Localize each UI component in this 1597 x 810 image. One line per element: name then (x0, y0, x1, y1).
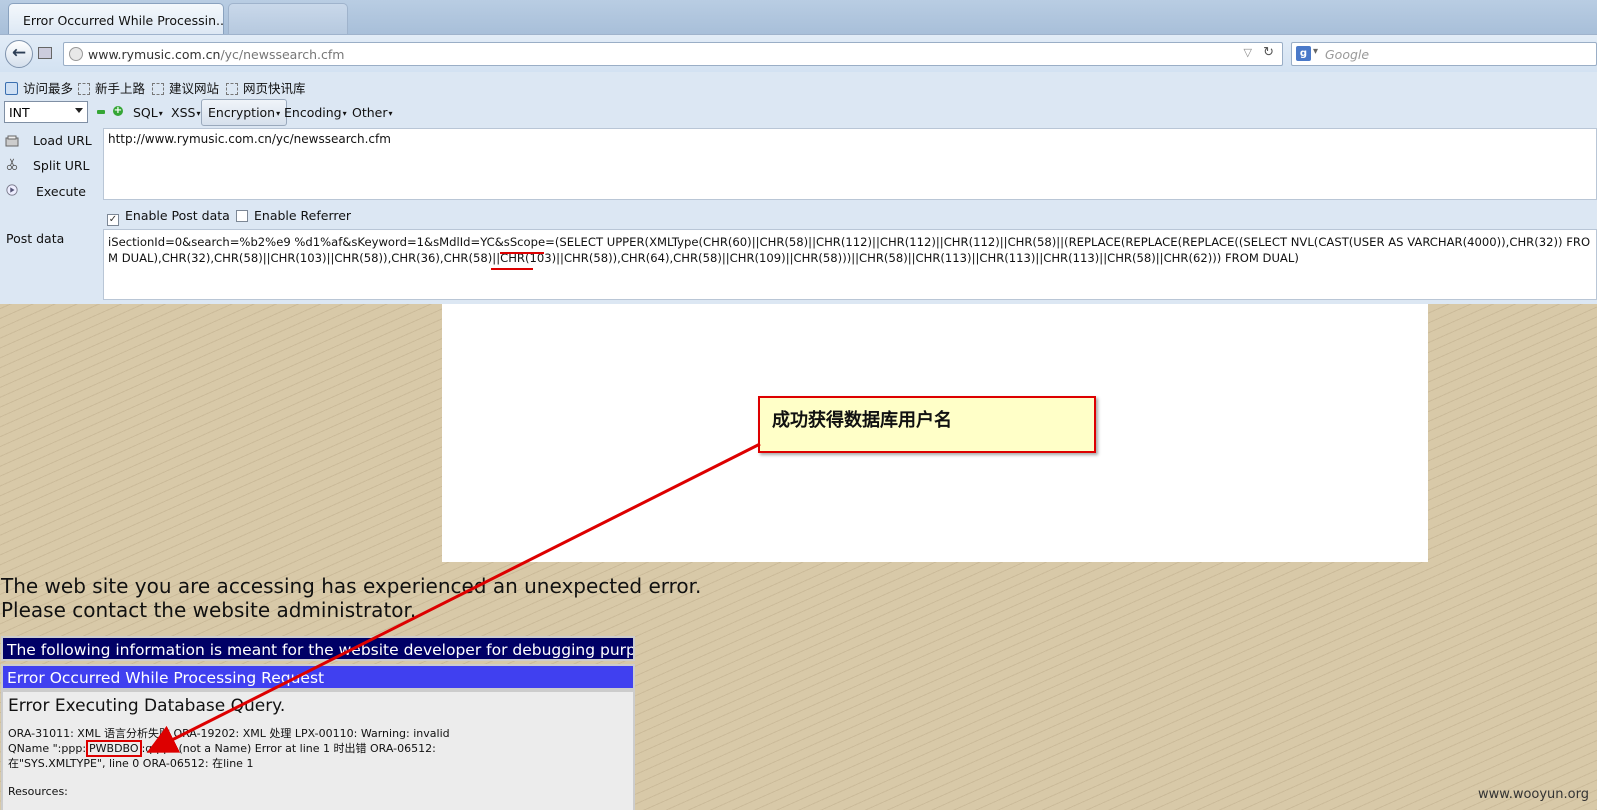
annotation-callout: 成功获得数据库用户名 (758, 396, 1096, 453)
error-message-line: Please contact the website administrator… (1, 598, 417, 622)
page-icon (226, 83, 238, 95)
error-detail: ORA-31011: XML 语言分析失败 ORA-19202: XML 处理 … (8, 727, 450, 770)
globe-icon (69, 47, 83, 61)
error-header: Error Occurred While Processing Request (1, 664, 635, 690)
search-engine-dropdown-icon[interactable]: ▾ (1313, 46, 1318, 57)
annotation-underline (491, 268, 533, 270)
post-data-label: Post data (6, 231, 65, 246)
debug-info-header: The following information is meant for t… (1, 636, 635, 661)
bookmark-suggested-sites[interactable]: 建议网站 (152, 78, 219, 97)
post-data-textarea[interactable]: iSectionId=0&search=%b2%e9 %d1%af&sKeywo… (103, 229, 1597, 300)
search-placeholder: Google (1325, 47, 1370, 62)
decrease-icon[interactable] (97, 110, 105, 114)
error-body: Error Executing Database Query. ORA-3101… (1, 690, 635, 810)
scissors-icon (6, 158, 18, 170)
enable-referrer-checkbox[interactable]: Enable Referrer (236, 208, 351, 223)
back-arrow-icon[interactable]: ← (5, 40, 33, 68)
url-domain: www.rymusic.com.cn (88, 47, 221, 62)
tab-strip: Error Occurred While Processin... (0, 0, 1597, 34)
load-url-icon (5, 135, 19, 147)
menu-xss[interactable]: XSS▾ (171, 105, 200, 120)
bookmark-web-slices[interactable]: 网页快讯库 (226, 78, 306, 97)
db-username-highlight: PWBDBO (86, 740, 142, 757)
url-textarea[interactable]: http://www.rymusic.com.cn/yc/newssearch.… (103, 128, 1597, 200)
menu-encoding[interactable]: Encoding▾ (284, 105, 347, 120)
reload-icon[interactable]: ↻ (1263, 45, 1274, 60)
page-icon (152, 83, 164, 95)
menu-encryption[interactable]: Encryption▾ (201, 99, 288, 126)
page-content: The web site you are accessing has exper… (0, 304, 1597, 810)
annotation-underline (500, 252, 544, 254)
bookmark-most-visited[interactable]: 访问最多 (5, 78, 73, 97)
tab-groups-icon[interactable] (38, 47, 52, 59)
error-title: Error Executing Database Query. (8, 696, 286, 716)
search-bar[interactable]: g ▾ Google (1291, 42, 1597, 66)
error-message-line: The web site you are accessing has exper… (1, 574, 702, 598)
google-icon[interactable]: g (1296, 46, 1311, 61)
checkbox-unchecked-icon (236, 210, 248, 222)
watermark: www.wooyun.org (1477, 787, 1589, 802)
url-path: /yc/newssearch.cfm (220, 47, 345, 62)
checkbox-checked-icon: ✓ (107, 214, 119, 226)
menu-sql[interactable]: SQL▾ (133, 105, 163, 120)
hackbar-toolbar: INT + SQL▾ XSS▾ Encryption▾ Encoding▾ Ot… (0, 98, 1597, 128)
menu-other[interactable]: Other▾ (352, 105, 393, 120)
hackbar-panel: Load URL Split URL Execute http://www.ry… (0, 128, 1597, 304)
resources-label: Resources: (8, 785, 68, 798)
bookmarks-bar: 访问最多 新手上路 建议网站 网页快讯库 (0, 72, 1597, 98)
dropdown-arrow-icon[interactable]: ▽ (1244, 46, 1252, 59)
chevron-down-icon (75, 108, 83, 113)
enable-post-checkbox[interactable]: ✓ Enable Post data (107, 208, 230, 226)
browser-tab-active[interactable]: Error Occurred While Processin... (8, 3, 224, 34)
bookmark-getting-started[interactable]: 新手上路 (78, 78, 145, 97)
tab-title: Error Occurred While Processin... (23, 13, 224, 28)
browser-tab-inactive[interactable] (228, 3, 348, 34)
play-icon (6, 184, 18, 196)
bookmark-icon (5, 82, 18, 95)
navigation-bar: ← www.rymusic.com.cn/yc/newssearch.cfm ▽… (0, 34, 1597, 72)
increase-icon[interactable]: + (113, 106, 123, 116)
type-select[interactable]: INT (4, 101, 88, 123)
address-bar[interactable]: www.rymusic.com.cn/yc/newssearch.cfm ▽ ↻ (63, 42, 1283, 66)
page-icon (78, 83, 90, 95)
